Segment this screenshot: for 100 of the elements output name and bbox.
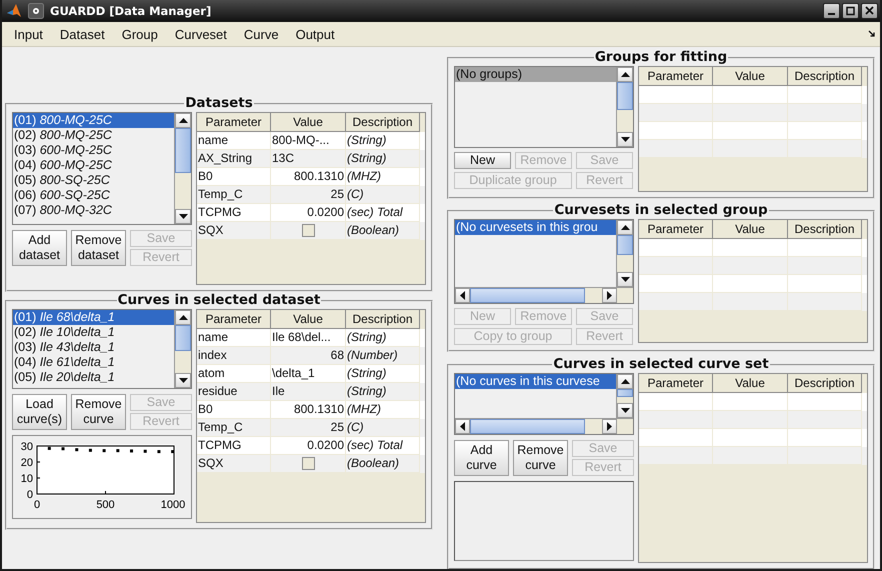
panel-title: Datasets bbox=[184, 95, 254, 112]
app-logo-icon bbox=[6, 3, 22, 19]
scroll-thumb[interactable] bbox=[617, 82, 633, 110]
table-cell: SQX bbox=[197, 455, 271, 473]
checkbox[interactable] bbox=[302, 457, 314, 470]
scroll-up-icon[interactable] bbox=[617, 374, 633, 389]
scroll-thumb[interactable] bbox=[175, 325, 191, 352]
column-header[interactable]: Parameter bbox=[197, 113, 271, 132]
column-header[interactable]: Value bbox=[271, 113, 346, 132]
list-item[interactable]: (03) Ile 43\delta_1 bbox=[13, 340, 174, 355]
maximize-icon[interactable] bbox=[842, 3, 859, 19]
tick-label: 0 bbox=[26, 489, 33, 501]
panel-title: Curves in selected curve set bbox=[552, 356, 770, 373]
horizontal-scrollbar[interactable] bbox=[455, 287, 633, 303]
scroll-thumb[interactable] bbox=[617, 389, 633, 397]
checkbox[interactable] bbox=[302, 224, 314, 237]
scroll-up-icon[interactable] bbox=[175, 310, 191, 325]
remove-button[interactable]: Remove curve bbox=[71, 394, 126, 430]
tick-label: 10 bbox=[20, 473, 33, 485]
load-button[interactable]: Load curve(s) bbox=[12, 394, 67, 430]
panel-title: Curves in selected dataset bbox=[116, 292, 322, 309]
menu-item[interactable]: Group bbox=[120, 26, 165, 42]
scroll-right-icon[interactable] bbox=[602, 419, 617, 434]
list-item[interactable]: (No curves in this curvese bbox=[455, 374, 616, 389]
column-header[interactable]: Description bbox=[346, 113, 420, 132]
add-button[interactable]: Add dataset bbox=[12, 230, 67, 266]
list-item[interactable]: (05) 800-SQ-25C bbox=[13, 173, 174, 188]
list-item[interactable]: (05) Ile 20\delta_1 bbox=[13, 370, 174, 385]
list-item[interactable]: (07) 800-MQ-32C bbox=[13, 203, 174, 218]
column-header[interactable]: Parameter bbox=[639, 374, 713, 393]
vertical-scrollbar[interactable] bbox=[616, 67, 633, 147]
column-header[interactable]: Parameter bbox=[639, 220, 713, 239]
list-item[interactable]: (02) 800-MQ-25C bbox=[13, 128, 174, 143]
y-axis bbox=[36, 446, 40, 494]
scroll-up-icon[interactable] bbox=[617, 67, 633, 82]
window-menu-icon[interactable] bbox=[28, 3, 44, 19]
data-point bbox=[88, 448, 92, 452]
list-item[interactable]: (No curvesets in this grou bbox=[455, 220, 616, 235]
menu-item[interactable]: Output bbox=[294, 26, 342, 42]
column-header[interactable]: Parameter bbox=[197, 310, 271, 329]
scroll-thumb[interactable] bbox=[175, 128, 191, 173]
scroll-left-icon[interactable] bbox=[455, 288, 470, 303]
scroll-down-icon[interactable] bbox=[175, 373, 191, 388]
scroll-down-icon[interactable] bbox=[617, 272, 633, 287]
scroll-thumb[interactable] bbox=[470, 288, 585, 303]
dock-arrow-icon[interactable] bbox=[868, 30, 876, 38]
scroll-up-icon[interactable] bbox=[617, 220, 633, 235]
tick-label: 0 bbox=[34, 499, 40, 511]
add-button[interactable]: Add curve bbox=[454, 440, 509, 476]
minimize-icon[interactable] bbox=[823, 3, 840, 19]
tick-label: 500 bbox=[96, 499, 115, 511]
vertical-scrollbar[interactable] bbox=[616, 374, 633, 418]
data-point bbox=[75, 448, 78, 452]
vertical-scrollbar[interactable] bbox=[174, 113, 191, 224]
menu-item[interactable]: Dataset bbox=[58, 26, 112, 42]
remove-button[interactable]: Remove curve bbox=[513, 440, 568, 476]
scroll-left-icon[interactable] bbox=[455, 419, 470, 434]
window-title: GUARDD [Data Manager] bbox=[50, 4, 212, 18]
scroll-thumb[interactable] bbox=[617, 235, 633, 256]
menu-item[interactable]: Curveset bbox=[172, 26, 234, 42]
list-item[interactable]: (01) Ile 68\delta_1 bbox=[13, 310, 174, 325]
scroll-down-icon[interactable] bbox=[175, 209, 191, 224]
scroll-down-icon[interactable] bbox=[617, 132, 633, 147]
scroll-down-icon[interactable] bbox=[617, 403, 633, 418]
column-header[interactable]: Value bbox=[713, 220, 788, 239]
column-header[interactable]: Parameter bbox=[639, 67, 713, 86]
data-point bbox=[62, 447, 65, 450]
list-item[interactable]: (04) 600-MQ-25C bbox=[13, 158, 174, 173]
list-item[interactable]: (01) 800-MQ-25C bbox=[13, 113, 174, 128]
table-cell: (Boolean) bbox=[346, 222, 420, 240]
column-header[interactable]: Description bbox=[788, 67, 862, 86]
scroll-thumb[interactable] bbox=[470, 419, 585, 434]
menu-item[interactable]: Curve bbox=[242, 26, 286, 42]
column-header[interactable]: Value bbox=[713, 67, 788, 86]
scroll-up-icon[interactable] bbox=[175, 113, 191, 128]
data-point bbox=[116, 449, 120, 452]
scroll-right-icon[interactable] bbox=[602, 288, 617, 303]
column-header[interactable]: Value bbox=[271, 310, 346, 329]
panel-title: Curvesets in selected group bbox=[553, 202, 769, 219]
list-item[interactable]: (02) Ile 10\delta_1 bbox=[13, 325, 174, 340]
column-header[interactable]: Description bbox=[788, 374, 862, 393]
list-item[interactable]: (03) 600-MQ-25C bbox=[13, 143, 174, 158]
list-item[interactable]: (04) Ile 61\delta_1 bbox=[13, 355, 174, 370]
column-header[interactable]: Description bbox=[346, 310, 420, 329]
data-point bbox=[157, 450, 160, 454]
list-item[interactable]: (06) 600-SQ-25C bbox=[13, 188, 174, 203]
panel-title: Groups for fitting bbox=[594, 49, 728, 66]
horizontal-scrollbar[interactable] bbox=[455, 418, 633, 434]
menu-item[interactable]: Input bbox=[12, 26, 50, 42]
remove-button[interactable]: Remove dataset bbox=[71, 230, 126, 266]
tick-label: 20 bbox=[20, 457, 33, 469]
new-button[interactable]: New bbox=[454, 152, 511, 169]
column-header[interactable]: Description bbox=[788, 220, 862, 239]
table-cell: SQX bbox=[197, 222, 271, 240]
vertical-scrollbar[interactable] bbox=[174, 310, 191, 388]
close-icon[interactable] bbox=[861, 3, 878, 19]
column-header[interactable]: Value bbox=[713, 374, 788, 393]
vertical-scrollbar[interactable] bbox=[616, 220, 633, 287]
list-item[interactable]: (No groups) bbox=[455, 67, 616, 82]
data-point bbox=[48, 446, 51, 450]
